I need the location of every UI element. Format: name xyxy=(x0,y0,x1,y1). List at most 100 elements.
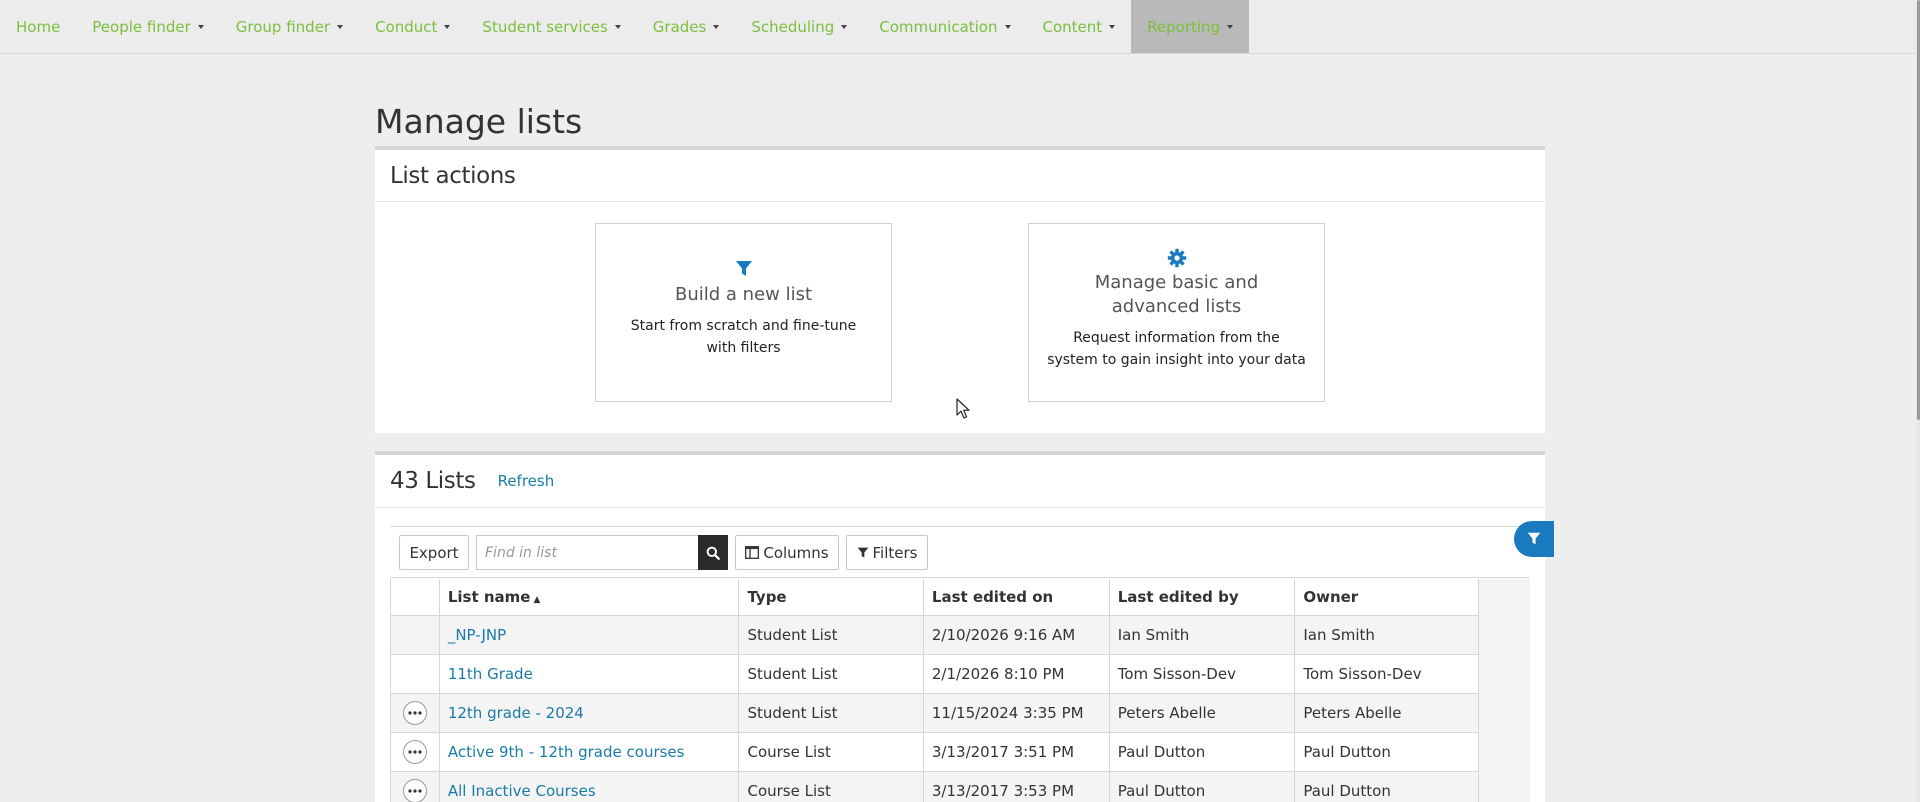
list-name-link[interactable]: All Inactive Courses xyxy=(448,782,596,800)
table-header-row: List name ▲ Type Last edited on Last edit… xyxy=(390,579,1479,616)
row-actions-cell xyxy=(390,732,440,772)
filters-label: Filters xyxy=(872,543,918,562)
list-name-link[interactable]: 12th grade - 2024 xyxy=(448,704,584,722)
caret-down-icon xyxy=(1227,24,1234,29)
search-icon xyxy=(706,546,720,560)
last-edited-on-cell: 11/15/2024 3:35 PM xyxy=(923,693,1110,733)
nav-group-finder-label: Group finder xyxy=(235,17,331,36)
last-edited-on-cell: 2/10/2026 9:16 AM xyxy=(923,615,1110,655)
list-type-cell: Student List xyxy=(738,654,924,694)
last-edited-on-cell: 3/13/2017 3:51 PM xyxy=(923,732,1110,772)
filter-panel-toggle[interactable] xyxy=(1514,521,1554,557)
last-edited-by-cell: Paul Dutton xyxy=(1109,732,1296,772)
column-header-type[interactable]: Type xyxy=(738,579,924,616)
owner-cell: Tom Sisson-Dev xyxy=(1294,654,1479,694)
export-button[interactable]: Export xyxy=(399,535,469,570)
caret-down-icon xyxy=(337,24,344,29)
list-type-cell: Course List xyxy=(738,732,924,772)
list-toolbar: Export Columns Filters xyxy=(390,526,1530,578)
owner-cell: Peters Abelle xyxy=(1294,693,1479,733)
nav-group-finder[interactable]: Group finder xyxy=(220,0,359,53)
list-name-link[interactable]: Active 9th - 12th grade courses xyxy=(448,743,685,761)
list-actions-heading: List actions xyxy=(390,162,516,189)
lists-table: List name ▲ Type Last edited on Last edit… xyxy=(390,579,1479,802)
caret-down-icon xyxy=(614,24,621,29)
caret-down-icon xyxy=(1109,24,1116,29)
nav-student-services-label: Student services xyxy=(482,17,608,36)
lists-panel: 43 Lists Refresh Export Columns Filters xyxy=(375,451,1554,802)
find-in-list-input[interactable] xyxy=(476,535,698,570)
filters-button[interactable]: Filters xyxy=(846,535,928,570)
nav-communication-label: Communication xyxy=(879,17,998,36)
search-button[interactable] xyxy=(698,535,728,570)
columns-label: Columns xyxy=(763,543,829,562)
table-row: 12th grade - 2024 Student List 11/15/202… xyxy=(390,693,1479,733)
nav-conduct[interactable]: Conduct xyxy=(359,0,466,53)
build-new-list-title: Build a new list xyxy=(674,284,813,305)
columns-icon xyxy=(745,546,760,559)
owner-cell: Ian Smith xyxy=(1294,615,1479,655)
nav-scheduling-label: Scheduling xyxy=(751,17,835,36)
row-menu-button[interactable] xyxy=(402,778,427,802)
nav-conduct-label: Conduct xyxy=(375,17,438,36)
last-edited-on-cell: 3/13/2017 3:53 PM xyxy=(923,771,1110,802)
caret-down-icon xyxy=(713,24,720,29)
nav-content[interactable]: Content xyxy=(1027,0,1132,53)
filter-icon xyxy=(735,261,752,276)
list-type-cell: Student List xyxy=(738,615,924,655)
owner-cell: Paul Dutton xyxy=(1294,771,1479,802)
build-new-list-card[interactable]: Build a new list Start from scratch and … xyxy=(595,223,892,402)
nav-grades[interactable]: Grades xyxy=(637,0,736,53)
caret-down-icon xyxy=(444,24,451,29)
page-scrollbar[interactable] xyxy=(1916,0,1920,802)
ellipsis-icon xyxy=(408,788,422,793)
manage-lists-card[interactable]: Manage basic and advanced lists Request … xyxy=(1028,223,1325,402)
caret-down-icon xyxy=(841,24,848,29)
list-type-cell: Student List xyxy=(738,693,924,733)
list-name-link[interactable]: 11th Grade xyxy=(448,665,533,683)
mouse-cursor-icon xyxy=(956,398,970,419)
nav-content-label: Content xyxy=(1042,17,1103,36)
column-header-list-name-label: List name xyxy=(447,587,531,606)
table-row: 11th Grade Student List 2/1/2026 8:10 PM… xyxy=(390,654,1479,694)
column-header-last-edited-by[interactable]: Last edited by xyxy=(1109,579,1296,616)
list-actions-panel: List actions Build a new list Start from… xyxy=(375,146,1545,433)
nav-student-services[interactable]: Student services xyxy=(466,0,636,53)
filter-icon xyxy=(1527,532,1541,545)
table-row: All Inactive Courses Course List 3/13/20… xyxy=(390,771,1479,802)
list-name-link[interactable]: _NP-JNP xyxy=(448,626,506,644)
nav-reporting[interactable]: Reporting xyxy=(1131,0,1250,53)
last-edited-by-cell: Ian Smith xyxy=(1109,615,1296,655)
nav-people-finder-label: People finder xyxy=(92,17,191,36)
sort-ascending-icon: ▲ xyxy=(533,594,541,605)
page-title: Manage lists xyxy=(375,102,583,141)
row-actions-cell xyxy=(390,615,440,655)
lists-count: 43 Lists xyxy=(390,468,476,494)
nav-communication[interactable]: Communication xyxy=(863,0,1026,53)
nav-home[interactable]: Home xyxy=(0,0,76,53)
last-edited-by-cell: Tom Sisson-Dev xyxy=(1109,654,1296,694)
lists-header: 43 Lists Refresh xyxy=(375,455,1545,508)
column-header-last-edited-on[interactable]: Last edited on xyxy=(923,579,1110,616)
last-edited-by-cell: Peters Abelle xyxy=(1109,693,1296,733)
list-type-cell: Course List xyxy=(738,771,924,802)
row-menu-button[interactable] xyxy=(402,700,427,725)
refresh-link[interactable]: Refresh xyxy=(498,472,555,490)
nav-scheduling[interactable]: Scheduling xyxy=(735,0,863,53)
column-header-list-name[interactable]: List name ▲ xyxy=(439,579,740,616)
column-header-owner[interactable]: Owner xyxy=(1294,579,1479,616)
caret-down-icon xyxy=(1004,24,1011,29)
row-menu-button[interactable] xyxy=(402,739,427,764)
table-row: _NP-JNP Student List 2/10/2026 9:16 AM I… xyxy=(390,615,1479,655)
ellipsis-icon xyxy=(408,749,422,754)
nav-reporting-label: Reporting xyxy=(1147,17,1221,36)
row-actions-cell xyxy=(390,654,440,694)
row-actions-cell xyxy=(390,771,440,802)
manage-lists-description: Request information from the system to g… xyxy=(1047,330,1306,368)
nav-home-label: Home xyxy=(16,17,61,36)
manage-lists-title-line1: Manage basic and xyxy=(1094,272,1259,293)
nav-people-finder[interactable]: People finder xyxy=(76,0,219,53)
gear-icon xyxy=(1167,248,1186,268)
columns-button[interactable]: Columns xyxy=(735,535,839,570)
row-actions-cell xyxy=(390,693,440,733)
